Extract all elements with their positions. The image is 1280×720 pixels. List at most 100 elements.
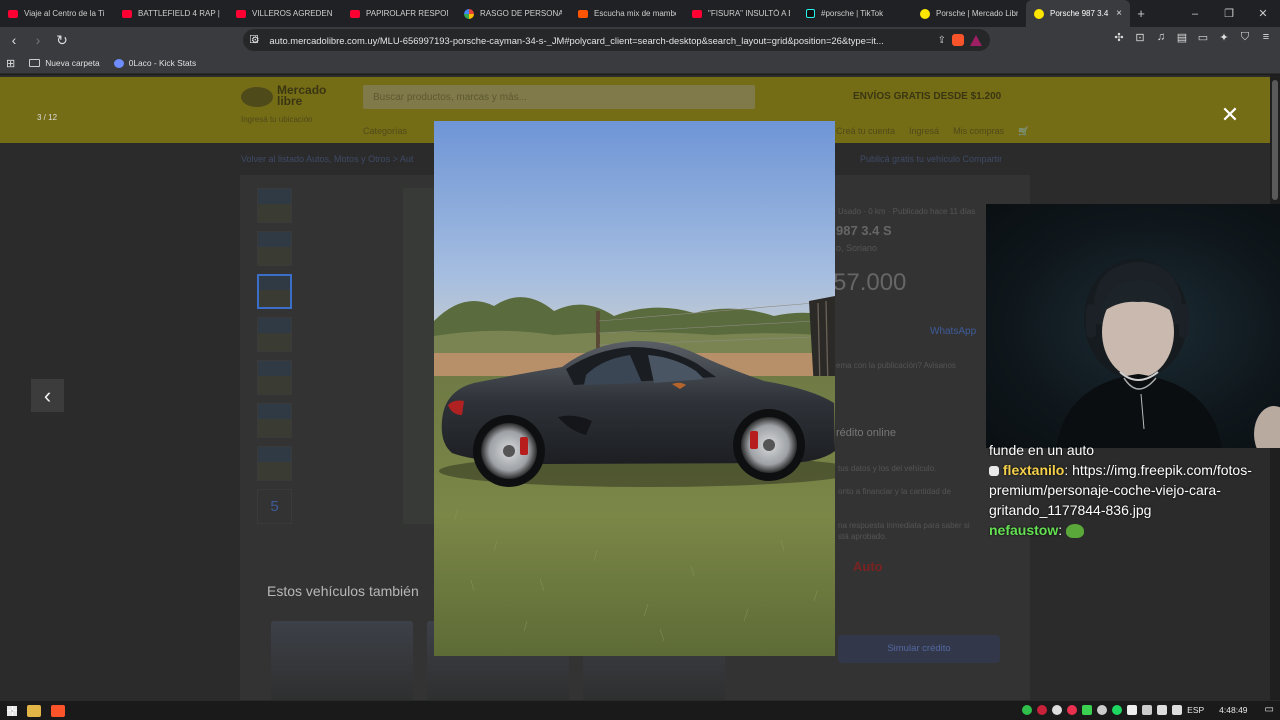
mercadolibre-icon bbox=[1034, 8, 1044, 19]
minimize-button[interactable]: – bbox=[1178, 0, 1212, 27]
close-lightbox-button[interactable]: ✕ bbox=[1218, 102, 1242, 127]
tab-label: PAPIROLAFR RESPONDE bbox=[366, 9, 448, 18]
bookmark-label: Nueva carpeta bbox=[45, 58, 100, 68]
tab-5[interactable]: Escucha mix de mambo bbox=[570, 0, 684, 27]
listing-location: o, Soriano bbox=[836, 243, 878, 253]
new-tab-button[interactable]: + bbox=[1130, 0, 1152, 27]
cart-icon[interactable]: 🛒 bbox=[1018, 126, 1029, 137]
chat-username[interactable]: flextanilo bbox=[1003, 462, 1064, 478]
more-photos-thumbnail[interactable]: 5 bbox=[257, 489, 292, 524]
mercadolibre-logo[interactable]: Mercado libre bbox=[241, 84, 331, 109]
share-icon[interactable]: ⇪ bbox=[938, 35, 946, 46]
free-shipping-banner: ENVÍOS GRATIS DESDE $1.200 bbox=[853, 91, 1002, 102]
clock[interactable]: 4:48:49 bbox=[1219, 705, 1247, 715]
publish-share-links[interactable]: Publicá gratis tu vehículo Compartir bbox=[860, 154, 1002, 164]
related-vehicle-card[interactable] bbox=[271, 621, 413, 700]
gallery-thumbnail[interactable] bbox=[257, 360, 292, 395]
gallery-thumbnail[interactable] bbox=[257, 446, 292, 481]
microphone-icon[interactable] bbox=[1127, 704, 1138, 715]
gallery-thumbnail-selected[interactable] bbox=[257, 274, 292, 309]
youtube-icon bbox=[8, 9, 18, 18]
brave-rewards-icon[interactable] bbox=[970, 34, 982, 46]
extensions-icon[interactable]: ✣ bbox=[1113, 31, 1125, 44]
kick-icon[interactable] bbox=[1022, 704, 1033, 715]
tab-label: Viaje al Centro de la Ti bbox=[24, 9, 105, 18]
tab-2[interactable]: VILLEROS AGREDEN a bbox=[228, 0, 342, 27]
gallery-thumbnail[interactable] bbox=[257, 317, 292, 352]
windows-start-icon[interactable] bbox=[7, 705, 17, 716]
brave-shields-icon[interactable] bbox=[952, 34, 964, 46]
spotify-icon[interactable] bbox=[1112, 704, 1123, 715]
gallery-thumbnail[interactable] bbox=[257, 188, 292, 223]
tray-app-icon[interactable] bbox=[1097, 704, 1108, 715]
tab-1[interactable]: BATTLEFIELD 4 RAP | Z bbox=[114, 0, 228, 27]
url-text[interactable]: auto.mercadolibre.com.uy/MLU-656997193-p… bbox=[269, 35, 937, 46]
reload-button[interactable]: ↻ bbox=[52, 30, 72, 50]
back-button[interactable]: ‹ bbox=[4, 30, 24, 50]
volume-icon[interactable] bbox=[1172, 704, 1183, 715]
credit-step: onto a financiar y la cantidad de bbox=[838, 487, 951, 496]
close-window-button[interactable]: ✕ bbox=[1246, 0, 1280, 27]
bookmarks-bar: ⊞ Nueva carpeta 0Laco - Kick Stats bbox=[0, 53, 1280, 74]
soundcloud-icon bbox=[578, 9, 588, 18]
forward-button[interactable]: › bbox=[28, 30, 48, 50]
tray-app-icon[interactable] bbox=[1142, 704, 1153, 715]
simulate-credit-button[interactable]: Simular crédito bbox=[838, 635, 1000, 663]
notifications-icon[interactable]: ▭ bbox=[1265, 704, 1274, 715]
my-purchases-link[interactable]: Mis compras bbox=[953, 126, 1004, 137]
chat-message: flextanilo: https://img.freepik.com/foto… bbox=[989, 460, 1280, 520]
scrollbar-thumb[interactable] bbox=[1272, 80, 1278, 200]
apps-grid-icon[interactable]: ⊞ bbox=[6, 57, 15, 70]
brave-browser-icon[interactable] bbox=[51, 704, 65, 717]
tray-app-icon[interactable] bbox=[1082, 704, 1093, 715]
login-link[interactable]: Ingresá bbox=[909, 126, 939, 137]
tab-label: VILLEROS AGREDEN a bbox=[252, 9, 334, 18]
categories-menu[interactable]: Categorías bbox=[363, 126, 407, 136]
media-icon[interactable]: ♫ bbox=[1155, 31, 1167, 44]
gallery-thumbnails: 5 bbox=[257, 188, 293, 532]
tab-7[interactable]: #porsche | TikTok bbox=[798, 0, 912, 27]
tab-label: Porsche | Mercado Libre bbox=[936, 9, 1018, 18]
screen: Viaje al Centro de la Ti BATTLEFIELD 4 R… bbox=[0, 0, 1280, 720]
tab-search-icon[interactable]: ⊡ bbox=[1134, 31, 1146, 44]
user-badge-icon bbox=[989, 466, 999, 477]
network-icon[interactable] bbox=[1157, 704, 1168, 715]
location-link[interactable]: Ingresá tu ubicación bbox=[241, 115, 313, 124]
language-indicator[interactable]: ESP bbox=[1187, 705, 1204, 715]
leo-ai-icon[interactable]: ✦ bbox=[1218, 31, 1230, 44]
vpn-icon[interactable]: ⛉ bbox=[1239, 31, 1251, 44]
tab-4[interactable]: RASGO DE PERSONALIDAD bbox=[456, 0, 570, 27]
tab-active[interactable]: Porsche 987 3.4 S × bbox=[1026, 0, 1130, 27]
bookmark-kick-stats[interactable]: 0Laco - Kick Stats bbox=[113, 58, 196, 68]
tray-app-icon[interactable] bbox=[1052, 704, 1063, 715]
tray-app-icon[interactable] bbox=[1067, 704, 1078, 715]
previous-image-button[interactable]: ‹ bbox=[31, 379, 64, 412]
tab-label: #porsche | TikTok bbox=[821, 9, 884, 18]
tab-8[interactable]: Porsche | Mercado Libre bbox=[912, 0, 1026, 27]
breadcrumb[interactable]: Volver al listado Autos, Motos y Otros >… bbox=[241, 154, 413, 164]
window-controls: – ❐ ✕ bbox=[1178, 0, 1280, 27]
user-links: Creá tu cuenta Ingresá Mis compras 🛒 bbox=[836, 126, 1029, 137]
bookmark-page-icon[interactable]: ☐ bbox=[249, 33, 259, 46]
menu-icon[interactable]: ≡ bbox=[1260, 31, 1272, 44]
report-link[interactable]: ema con la publicación? Avisanos bbox=[836, 361, 956, 370]
gallery-thumbnail[interactable] bbox=[257, 231, 292, 266]
tab-label: Porsche 987 3.4 S bbox=[1050, 9, 1111, 18]
close-tab-icon[interactable]: × bbox=[1116, 8, 1122, 19]
maximize-button[interactable]: ❐ bbox=[1212, 0, 1246, 27]
tab-0[interactable]: Viaje al Centro de la Ti bbox=[0, 0, 114, 27]
sidebar-icon[interactable]: ▤ bbox=[1176, 31, 1188, 44]
wallet-icon[interactable]: ▭ bbox=[1197, 31, 1209, 44]
create-account-link[interactable]: Creá tu cuenta bbox=[836, 126, 895, 137]
chat-username[interactable]: nefaustow bbox=[989, 522, 1058, 538]
search-input[interactable]: Buscar productos, marcas y más... bbox=[363, 85, 755, 109]
whatsapp-button[interactable]: WhatsApp bbox=[930, 326, 976, 337]
gallery-thumbnail[interactable] bbox=[257, 403, 292, 438]
address-bar[interactable]: ⚙ auto.mercadolibre.com.uy/MLU-656997193… bbox=[243, 29, 990, 51]
bookmark-folder[interactable]: Nueva carpeta bbox=[29, 58, 100, 68]
tab-6[interactable]: "FISURA" INSULTÓ A B bbox=[684, 0, 798, 27]
google-icon bbox=[464, 8, 474, 19]
tab-3[interactable]: PAPIROLAFR RESPONDE bbox=[342, 0, 456, 27]
tray-app-icon[interactable] bbox=[1037, 704, 1048, 715]
file-explorer-icon[interactable] bbox=[27, 704, 41, 717]
